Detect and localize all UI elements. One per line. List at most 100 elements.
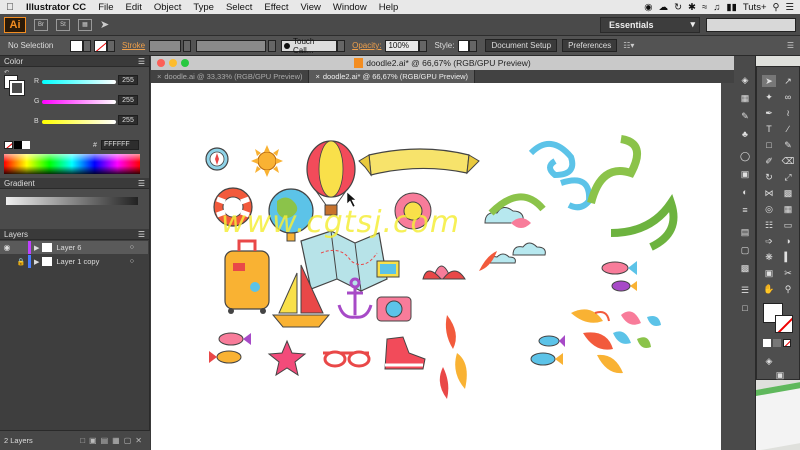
stroke-swatch[interactable] — [94, 39, 107, 52]
lasso-tool-icon[interactable]: ∞ — [781, 91, 795, 103]
eyedropper-tool-icon[interactable]: ➩ — [762, 235, 776, 247]
direct-selection-tool-icon[interactable]: ↗ — [781, 75, 795, 87]
stroke-weight-field[interactable] — [149, 39, 182, 52]
draw-mode-icon[interactable]: ◈ — [762, 355, 776, 367]
transform-icon[interactable]: ▩ — [738, 262, 752, 274]
list-icon[interactable]: ☰ — [785, 2, 794, 13]
perspective-grid-tool-icon[interactable]: ▦ — [781, 203, 795, 215]
rotate-tool-icon[interactable]: ↻ — [762, 171, 776, 183]
brush-dropdown[interactable] — [337, 39, 346, 52]
workspace-switcher[interactable]: Essentials ▾ — [600, 16, 700, 33]
document-setup-button[interactable]: Document Setup — [485, 39, 558, 52]
stroke-label[interactable]: Stroke — [122, 41, 145, 50]
menu-object[interactable]: Object — [148, 2, 187, 13]
brush-definition[interactable]: Touch Call... — [281, 37, 338, 55]
gradient-mode-button[interactable] — [773, 339, 781, 347]
visibility-eye-icon[interactable]: ◉ — [0, 243, 14, 252]
gradient-tool-icon[interactable]: ▭ — [781, 219, 795, 231]
battery-icon[interactable]: ▮▮ — [726, 2, 736, 13]
mesh-tool-icon[interactable]: ☷ — [762, 219, 776, 231]
pathfinder-icon[interactable]: ▢ — [738, 244, 752, 256]
artboard[interactable]: www.cgtsj.com — [151, 83, 721, 450]
menu-window[interactable]: Window — [327, 2, 373, 13]
brushes-icon[interactable]: ✎ — [738, 110, 752, 122]
blue-slider[interactable] — [42, 120, 116, 124]
layer-name[interactable]: Layer 6 — [56, 243, 81, 252]
appearance-icon[interactable]: ◯ — [738, 150, 752, 162]
rectangle-tool-icon[interactable]: □ — [762, 139, 776, 151]
artboard-tool-icon[interactable]: ▣ — [762, 267, 776, 279]
symbol-sprayer-tool-icon[interactable]: ❋ — [762, 251, 776, 263]
layers-icon[interactable]: ☰ — [738, 284, 752, 296]
screen-mode-icon[interactable]: ▣ — [773, 369, 787, 381]
none-color-chip[interactable] — [4, 141, 13, 149]
menu-user[interactable]: Tuts+ — [743, 2, 767, 13]
lock-icon[interactable]: 🔒 — [14, 258, 28, 266]
menu-help[interactable]: Help — [373, 2, 405, 13]
wifi-icon[interactable]: ≈ — [702, 2, 707, 13]
red-value[interactable]: 255 — [118, 75, 138, 85]
vertical-scrollbar[interactable] — [721, 83, 734, 450]
free-transform-tool-icon[interactable]: ▩ — [781, 187, 795, 199]
color-spectrum[interactable] — [4, 154, 140, 174]
eraser-tool-icon[interactable]: ⌫ — [781, 155, 795, 167]
apple-icon[interactable]:  — [0, 2, 20, 13]
swatches-icon[interactable]: ▦ — [738, 92, 752, 104]
symbols-icon[interactable]: ♣ — [738, 128, 752, 140]
fill-swatch[interactable] — [70, 39, 83, 52]
width-tool-icon[interactable]: ⋈ — [762, 187, 776, 199]
cloud-icon[interactable]: ☁ — [659, 2, 669, 13]
pen-tool-icon[interactable]: ✒ — [762, 107, 776, 119]
gpu-rocket-icon[interactable]: ➤ — [100, 18, 109, 31]
color-mode-button[interactable] — [763, 339, 771, 347]
graphic-styles-icon[interactable]: ▣ — [738, 168, 752, 180]
close-tab-icon[interactable]: × — [315, 72, 319, 81]
layer-row[interactable]: ◉ ▶ Layer 6 ○ — [0, 241, 148, 254]
stroke-color-chip[interactable] — [9, 80, 25, 96]
curvature-tool-icon[interactable]: ≀ — [781, 107, 795, 119]
transparency-icon[interactable]: ◐ — [738, 186, 752, 198]
green-slider[interactable] — [42, 100, 116, 104]
menu-view[interactable]: View — [294, 2, 326, 13]
red-slider[interactable] — [42, 80, 116, 84]
paintbrush-tool-icon[interactable]: ✎ — [781, 139, 795, 151]
menu-file[interactable]: File — [92, 2, 119, 13]
menu-edit[interactable]: Edit — [120, 2, 148, 13]
target-circle-icon[interactable]: ○ — [130, 258, 134, 265]
graphic-style-swatch[interactable] — [458, 39, 470, 52]
variable-width-field[interactable] — [196, 39, 267, 52]
line-tool-icon[interactable]: ∕ — [781, 123, 795, 135]
column-graph-tool-icon[interactable]: ▍ — [781, 251, 795, 263]
target-circle-icon[interactable]: ○ — [130, 244, 134, 251]
minimize-window-button[interactable] — [169, 59, 177, 67]
blue-value[interactable]: 255 — [118, 115, 138, 125]
hex-input[interactable]: FFFFFF — [101, 140, 139, 150]
type-tool-icon[interactable]: T — [762, 123, 776, 135]
scale-tool-icon[interactable]: ⤢ — [781, 171, 795, 183]
arrange-icon[interactable]: ☷▾ — [623, 41, 634, 50]
tab-doodle2[interactable]: × doodle2.ai* @ 66,67% (RGB/GPU Preview) — [309, 70, 476, 83]
align-icon[interactable]: ▤ — [738, 226, 752, 238]
swap-icon[interactable]: ↶ — [4, 69, 9, 76]
expand-arrow-icon[interactable]: ▶ — [34, 258, 39, 266]
opacity-input[interactable]: 100% — [385, 39, 420, 52]
arrange-documents-icon[interactable]: ▦ — [78, 18, 92, 31]
zoom-tool-icon[interactable]: ⚲ — [781, 283, 795, 295]
fill-dropdown[interactable] — [83, 39, 91, 52]
panel-menu-icon[interactable]: ☰ — [138, 179, 145, 188]
magic-wand-tool-icon[interactable]: ✦ — [762, 91, 776, 103]
variable-width-dropdown[interactable] — [268, 39, 277, 52]
none-mode-button[interactable] — [783, 339, 791, 347]
time-machine-icon[interactable]: ↻ — [674, 2, 682, 13]
gradient-panel-tab[interactable]: Gradient ☰ — [0, 178, 149, 189]
opacity-label[interactable]: Opacity: — [352, 41, 381, 50]
tab-doodle[interactable]: × doodle.ai @ 33,33% (RGB/GPU Preview) — [151, 70, 310, 83]
blend-tool-icon[interactable]: ◑ — [781, 235, 795, 247]
green-value[interactable]: 255 — [118, 95, 138, 105]
slice-tool-icon[interactable]: ✂ — [781, 267, 795, 279]
color-panel-tab[interactable]: Color ☰ — [0, 56, 149, 67]
stroke-weight-dropdown[interactable] — [183, 39, 192, 52]
gradient-bar[interactable] — [6, 197, 138, 205]
panel-menu-icon[interactable]: ☰ — [138, 230, 145, 239]
black-chip[interactable] — [14, 141, 22, 149]
